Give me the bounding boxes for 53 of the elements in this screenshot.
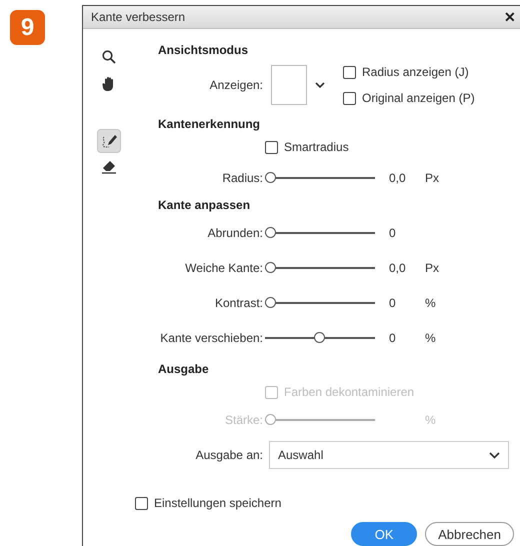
- unit-label: %: [425, 413, 436, 427]
- slider[interactable]: [265, 296, 375, 308]
- field-label: Anzeigen:: [208, 78, 264, 92]
- slider-value: 0: [389, 330, 396, 344]
- slider-label: Kante verschieben:: [159, 330, 264, 344]
- slider[interactable]: [265, 172, 375, 184]
- close-button[interactable]: ✕: [500, 9, 520, 25]
- section-heading: Kantenerkennung: [158, 116, 262, 133]
- hand-icon: [102, 76, 116, 90]
- unit-label: Px: [425, 260, 440, 274]
- slider-thumb[interactable]: [265, 226, 276, 238]
- checkbox-label: Farben dekontaminieren: [284, 385, 414, 399]
- slider[interactable]: [265, 332, 375, 344]
- unit-label: %: [425, 296, 436, 310]
- checkbox[interactable]: [265, 140, 278, 154]
- unit-label: Px: [425, 170, 440, 184]
- slider-thumb[interactable]: [314, 332, 325, 342]
- checkbox-label: Einstellungen speichern: [154, 496, 282, 510]
- slider-thumb[interactable]: [265, 296, 276, 308]
- slider-label: Kontrast:: [214, 296, 264, 310]
- eraser-icon: [100, 160, 116, 174]
- checkbox-label: Smartradius: [284, 140, 349, 154]
- slider-label: Weiche Kante:: [184, 260, 264, 274]
- slider-value: 0: [389, 226, 396, 240]
- unit-label: %: [425, 330, 436, 344]
- brush-icon: [100, 133, 116, 149]
- field-label: Ausgabe an:: [194, 448, 264, 462]
- slider-value: 0,0: [389, 170, 406, 184]
- cancel-button[interactable]: Abbrechen: [425, 522, 514, 546]
- tool-button[interactable]: [96, 129, 120, 153]
- slider[interactable]: [265, 226, 375, 238]
- checkbox-label: Radius anzeigen (J): [362, 65, 469, 79]
- section-heading: Ansichtsmodus: [158, 42, 250, 59]
- checkbox[interactable]: [343, 92, 356, 104]
- section-heading: Ausgabe: [158, 361, 210, 378]
- chevron-down-icon[interactable]: [315, 82, 325, 88]
- search-icon: [102, 50, 116, 64]
- window-title: Kante verbessern: [91, 10, 186, 24]
- output-dropdown[interactable]: Auswahl: [269, 441, 509, 469]
- checkbox[interactable]: [135, 496, 148, 510]
- slider-thumb[interactable]: [265, 172, 276, 182]
- slider-value: 0,0: [389, 260, 406, 274]
- step-badge: 9: [10, 10, 45, 45]
- slider-label: Stärke:: [224, 413, 264, 427]
- slider-value: 0: [389, 296, 396, 310]
- chevron-down-icon: [489, 452, 500, 458]
- checkbox-label: Original anzeigen (P): [362, 91, 475, 105]
- section-heading: Kante anpassen: [158, 197, 252, 214]
- slider[interactable]: [265, 262, 375, 274]
- checkbox[interactable]: [343, 66, 356, 78]
- slider-label: Radius:: [221, 170, 264, 184]
- slider-label: Abrunden:: [206, 226, 264, 240]
- slider-thumb[interactable]: [265, 262, 276, 272]
